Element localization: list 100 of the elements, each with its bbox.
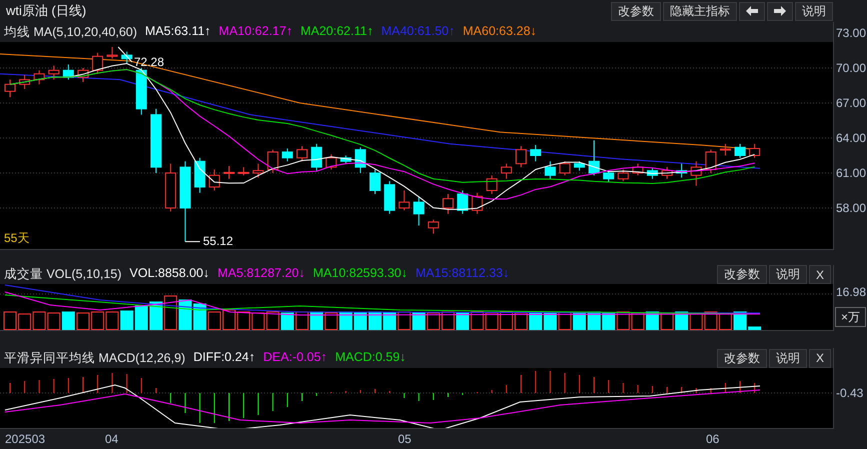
volume-bar xyxy=(368,312,382,330)
candlestick xyxy=(720,143,731,156)
left-arrow-button[interactable] xyxy=(739,2,765,20)
volume-bar xyxy=(529,312,542,330)
toolbar-button[interactable]: 改参数 xyxy=(611,2,661,20)
volume-bar xyxy=(178,300,192,330)
candlestick xyxy=(603,170,614,183)
volume-bar xyxy=(588,312,600,330)
candlestick xyxy=(354,146,366,174)
indicator-name: 成交量 VOL(5,10,15) xyxy=(4,266,122,283)
volume-bar xyxy=(62,312,75,330)
candlestick xyxy=(574,160,585,172)
candlestick xyxy=(340,155,352,164)
axis-label: 64.00 xyxy=(836,131,866,145)
panel-button[interactable]: 说明 xyxy=(768,348,807,368)
candlestick xyxy=(676,163,688,178)
indicator-value: MA5:81287.20↓ xyxy=(217,266,305,282)
panel-button[interactable]: X xyxy=(808,265,831,284)
indicator-value: MA5:63.11↑ xyxy=(145,24,211,40)
candlestick xyxy=(632,163,644,176)
indicator-value: MA60:63.28↓ xyxy=(462,24,537,40)
volume-bar xyxy=(354,312,367,330)
axis-label: 70.00 xyxy=(836,61,866,75)
volume-bar xyxy=(602,312,616,330)
candlestick xyxy=(646,168,658,180)
right-arrow-button[interactable] xyxy=(767,2,793,20)
indicator-value: MA20:62.11↑ xyxy=(300,24,374,40)
candlestick xyxy=(442,194,454,214)
indicator-value: MA40:61.50↑ xyxy=(381,24,455,40)
volume-bar xyxy=(734,312,746,330)
candlestick xyxy=(34,70,45,85)
candlestick xyxy=(486,174,498,194)
candlestick xyxy=(296,146,308,162)
candlestick xyxy=(500,163,512,180)
candlestick xyxy=(62,64,74,80)
candlestick xyxy=(530,144,542,162)
unit-button[interactable]: ×万 xyxy=(835,307,866,327)
indicator-value: MA15:88112.33↓ xyxy=(416,266,510,282)
candlestick xyxy=(121,51,132,64)
leader-line xyxy=(118,46,132,62)
panel-button[interactable]: 说明 xyxy=(768,265,807,284)
candlestick xyxy=(734,143,746,158)
axis-label: 58.00 xyxy=(836,201,866,215)
candlestick xyxy=(252,163,264,178)
volume-bar xyxy=(383,312,396,330)
candlestick xyxy=(749,143,760,158)
candlestick xyxy=(588,140,600,176)
axis-label: 61.00 xyxy=(836,166,866,180)
axis-label: -0.43 xyxy=(836,386,864,400)
candlestick xyxy=(544,160,556,180)
candlestick xyxy=(78,68,88,82)
toolbar-button[interactable]: 说明 xyxy=(795,2,833,20)
candlestick xyxy=(165,163,176,212)
volume-bar xyxy=(456,312,470,330)
volume-bar xyxy=(134,306,148,330)
candlestick xyxy=(326,154,337,170)
volume-bar xyxy=(748,326,762,330)
volume-bar xyxy=(310,312,324,330)
panel-button[interactable]: X xyxy=(808,348,831,368)
date-label: 04 xyxy=(105,432,118,446)
candlestick xyxy=(472,192,483,214)
axis-label: 67.00 xyxy=(836,96,866,110)
date-label: 06 xyxy=(706,432,720,446)
panel-button[interactable]: 改参数 xyxy=(716,265,767,284)
candlestick xyxy=(398,190,410,211)
left-arrow-icon xyxy=(746,6,758,16)
period-label: 55天 xyxy=(4,231,30,245)
candlestick xyxy=(194,157,206,194)
indicator-value: DEA:-0.05↑ xyxy=(263,350,328,366)
panel-button[interactable]: 改参数 xyxy=(716,348,767,368)
candlestick xyxy=(457,190,468,214)
candlestick xyxy=(370,169,380,194)
candlestick xyxy=(4,79,16,98)
low-price-label: 55.12 xyxy=(203,234,234,248)
candlestick xyxy=(618,169,629,182)
candlestick xyxy=(267,149,278,174)
indicator-value: MA10:82593.30↓ xyxy=(313,266,408,282)
indicator-value: DIFF:0.24↑ xyxy=(193,350,256,366)
volume-bar xyxy=(572,312,586,330)
indicator-value: VOL:8858.00↓ xyxy=(130,266,210,282)
candlestick xyxy=(238,166,250,176)
candlestick xyxy=(136,68,147,116)
leader-line xyxy=(184,241,200,242)
candlestick xyxy=(282,148,293,162)
candlestick xyxy=(311,143,322,172)
date-label: 05 xyxy=(398,432,412,446)
volume-bar xyxy=(120,310,134,330)
indicator-name: 均线 MA(5,10,20,40,60) xyxy=(4,24,138,40)
candlestick xyxy=(662,166,672,180)
window-title: wti原油 (日线) xyxy=(6,2,86,20)
right-arrow-icon xyxy=(774,6,786,16)
candlestick xyxy=(384,180,396,214)
toolbar-button[interactable]: 隐藏主指标 xyxy=(663,2,737,20)
candlestick xyxy=(48,65,60,80)
volume-bar xyxy=(339,312,352,330)
volume-bar xyxy=(150,302,162,330)
candlestick xyxy=(106,46,118,60)
candlestick xyxy=(208,169,220,191)
axis-label: 16.98 xyxy=(836,285,866,299)
candlestick xyxy=(413,196,424,226)
